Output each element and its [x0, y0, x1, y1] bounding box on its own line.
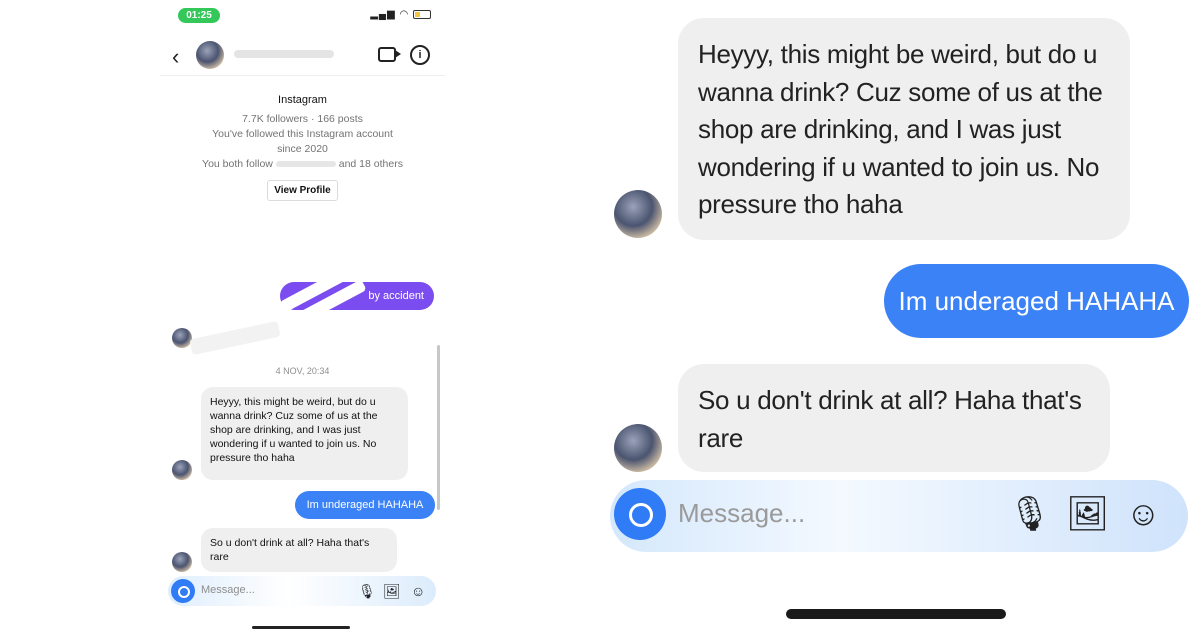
- info-icon[interactable]: i: [410, 45, 430, 65]
- chat-header-avatar[interactable]: [196, 41, 224, 69]
- image-icon[interactable]: 🖼: [383, 582, 401, 600]
- profile-follow-note-1: You've followed this Instagram account: [212, 128, 393, 140]
- wifi-icon: ◠: [399, 9, 410, 20]
- sender-avatar[interactable]: [172, 552, 192, 572]
- profile-mutuals: You both follow and 18 others: [160, 157, 445, 172]
- sent-message-bubble-zoomed: Im underaged HAHAHA: [884, 264, 1189, 338]
- home-indicator: [252, 626, 350, 629]
- redaction-scribble: [189, 320, 281, 356]
- chat-header-name-redacted: [234, 50, 334, 58]
- signal-icon: ▂▄▆: [370, 9, 396, 20]
- microphone-icon[interactable]: 🎙: [358, 582, 376, 600]
- phone-screenshot-zoomed: Heyyy, this might be weird, but do u wan…: [590, 0, 1200, 630]
- date-stamp: 4 NOV, 20:34: [275, 366, 330, 376]
- earlier-sent-fragment: by accident: [368, 290, 424, 302]
- message-composer-zoomed[interactable]: Message... 🎙 🖼 ☺: [610, 480, 1188, 552]
- mutuals-redacted: [275, 161, 336, 168]
- received-message-bubble-zoomed: Heyyy, this might be weird, but do u wan…: [678, 18, 1130, 240]
- sender-avatar[interactable]: [172, 460, 192, 480]
- received-message-bubble-zoomed: So u don't drink at all? Haha that's rar…: [678, 364, 1110, 472]
- view-profile-button[interactable]: View Profile: [267, 180, 338, 201]
- message-input[interactable]: Message...: [201, 584, 255, 596]
- sticker-icon[interactable]: ☺: [1126, 494, 1161, 534]
- received-message-bubble: So u don't drink at all? Haha that's rar…: [201, 528, 397, 572]
- battery-icon: [413, 9, 431, 19]
- message-composer[interactable]: Message... 🎙 🖼 ☺: [168, 576, 436, 606]
- image-icon[interactable]: 🖼: [1066, 494, 1109, 534]
- status-time: 01:25: [178, 8, 220, 23]
- back-chevron-icon[interactable]: ‹: [172, 44, 179, 70]
- microphone-icon[interactable]: 🎙: [1008, 494, 1051, 534]
- video-call-icon[interactable]: [378, 47, 401, 62]
- phone-screenshot-full: 01:25 ▂▄▆ ◠ ‹ i Instagram 7.7K followers…: [160, 0, 445, 630]
- sticker-icon[interactable]: ☺: [411, 582, 425, 600]
- camera-icon[interactable]: [171, 579, 195, 603]
- profile-stats: 7.7K followers · 166 posts: [242, 113, 363, 125]
- message-input-zoomed[interactable]: Message...: [678, 498, 805, 529]
- profile-summary: Instagram 7.7K followers · 166 posts You…: [160, 94, 445, 201]
- received-message-bubble: Heyyy, this might be weird, but do u wan…: [201, 387, 408, 480]
- profile-platform-label: Instagram: [278, 94, 327, 106]
- header-divider: [160, 75, 445, 76]
- sender-avatar-zoomed[interactable]: [614, 424, 662, 472]
- sent-message-bubble: Im underaged HAHAHA: [295, 491, 435, 519]
- mutuals-prefix: You both follow: [202, 158, 273, 170]
- mutuals-suffix: and 18 others: [338, 158, 403, 170]
- scrollbar[interactable]: [437, 345, 440, 510]
- sender-avatar-zoomed[interactable]: [614, 190, 662, 238]
- camera-icon[interactable]: [614, 488, 666, 540]
- home-indicator-zoomed: [786, 609, 1006, 619]
- sender-avatar[interactable]: [172, 328, 192, 348]
- profile-follow-note-2: since 2020: [277, 143, 328, 155]
- status-icons: ▂▄▆ ◠: [370, 9, 431, 20]
